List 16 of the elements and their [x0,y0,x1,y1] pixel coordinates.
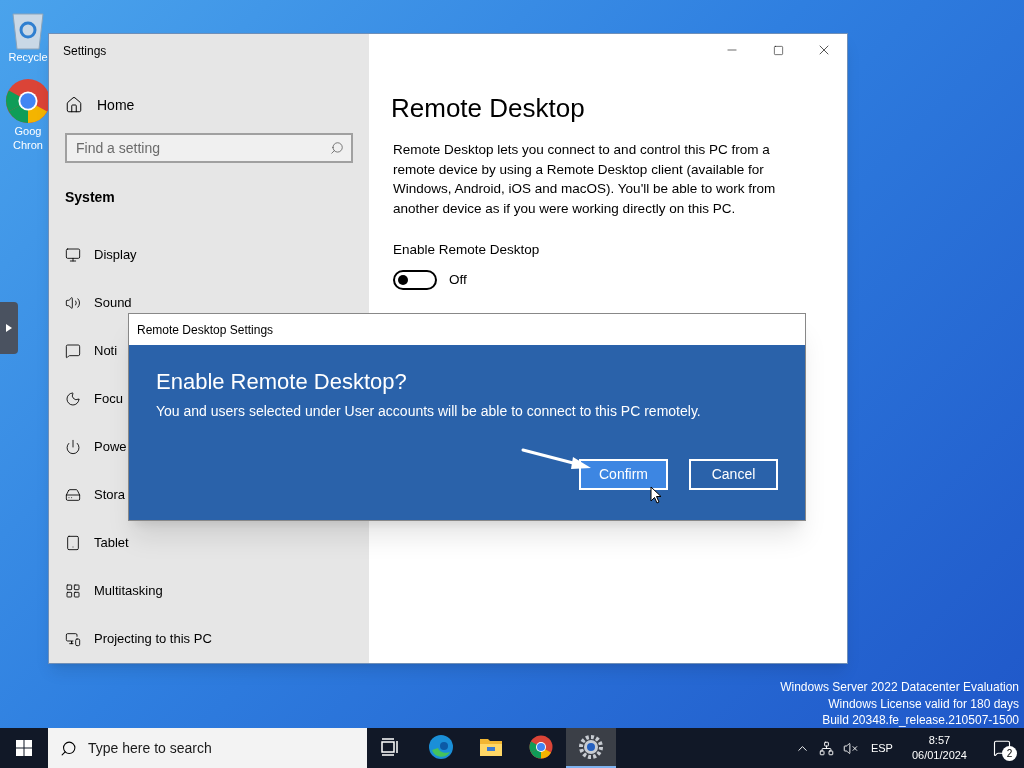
section-heading: System [64,188,116,207]
icon-label: Chron [13,138,43,152]
notification-count: 2 [1002,746,1017,761]
description: Remote Desktop lets you connect to and control this PC from a remote device by using a Remote Desktop client (available for Windows, Android, iOS and macOS). You'll be able to work from another device as if you were working directly on this PC. [393,141,777,218]
icon-label: Recycle [8,50,48,64]
icon-label: Goog [14,124,42,138]
license-text: Build 20348.fe_release.210507-1500 [822,712,1019,729]
dialog-title: Remote Desktop Settings [137,321,274,339]
toggle-state: Off [449,271,467,290]
license-text: Windows License valid for 180 days [828,695,1019,712]
license-text: Windows Server 2022 Datacenter Evaluation [780,679,1019,696]
page-title: Remote Desktop [391,92,586,125]
window-title: Settings [63,42,107,60]
dialog-heading: Enable Remote Desktop? [156,368,408,396]
dialog-message: You and users selected under User accounts will be able to connect to this PC remotely. [156,402,702,421]
toggle-label: Enable Remote Desktop [393,241,541,259]
